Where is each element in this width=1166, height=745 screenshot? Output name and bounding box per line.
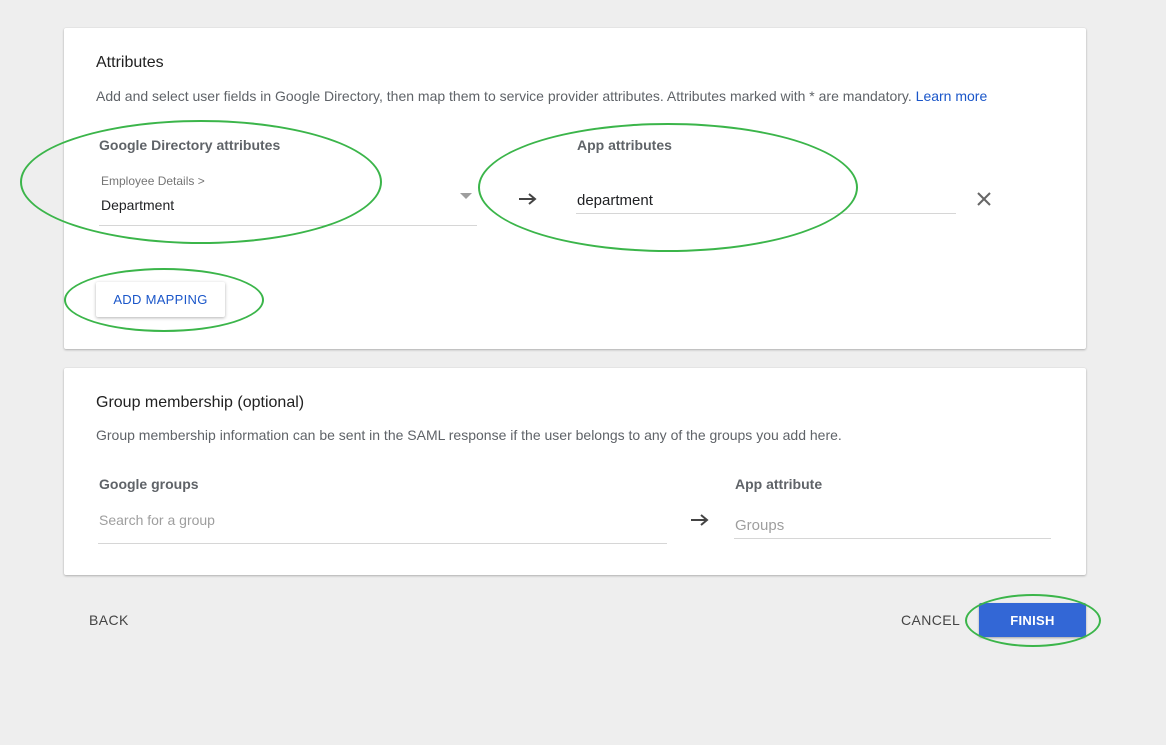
app-attribute-underline: [576, 213, 956, 214]
directory-attribute-underline: [99, 225, 477, 226]
google-directory-attributes-header: Google Directory attributes: [99, 137, 281, 153]
group-membership-card: Group membership (optional) Group member…: [64, 368, 1086, 575]
group-app-attribute-underline: [734, 538, 1051, 539]
close-icon[interactable]: [972, 187, 996, 211]
add-mapping-button[interactable]: ADD MAPPING: [96, 282, 225, 317]
attributes-card: Attributes Add and select user fields in…: [64, 28, 1086, 349]
attribute-category-label: Employee Details >: [101, 174, 205, 188]
learn-more-link[interactable]: Learn more: [916, 88, 988, 104]
app-attribute-input[interactable]: [577, 188, 955, 212]
arrow-right-icon: [519, 193, 537, 205]
app-attribute-header: App attribute: [735, 476, 823, 492]
attributes-title: Attributes: [96, 54, 164, 71]
attributes-description: Add and select user fields in Google Dir…: [96, 88, 987, 104]
group-search-input[interactable]: [99, 510, 659, 530]
google-groups-header: Google groups: [99, 476, 199, 492]
group-membership-description: Group membership information can be sent…: [96, 427, 842, 443]
app-attributes-header: App attributes: [577, 137, 672, 153]
dropdown-caret-icon: [460, 193, 472, 199]
back-button[interactable]: BACK: [89, 612, 129, 628]
group-membership-title: Group membership (optional): [96, 394, 305, 411]
attribute-field-value: Department: [101, 197, 175, 213]
directory-attribute-select[interactable]: Employee Details > Department: [99, 168, 477, 226]
finish-button[interactable]: FINISH: [979, 603, 1086, 637]
group-app-attribute-input[interactable]: [735, 515, 1035, 535]
cancel-button[interactable]: CANCEL: [901, 612, 960, 628]
attributes-description-text: Add and select user fields in Google Dir…: [96, 88, 912, 104]
arrow-right-icon: [691, 514, 709, 526]
group-search-underline: [98, 543, 667, 544]
